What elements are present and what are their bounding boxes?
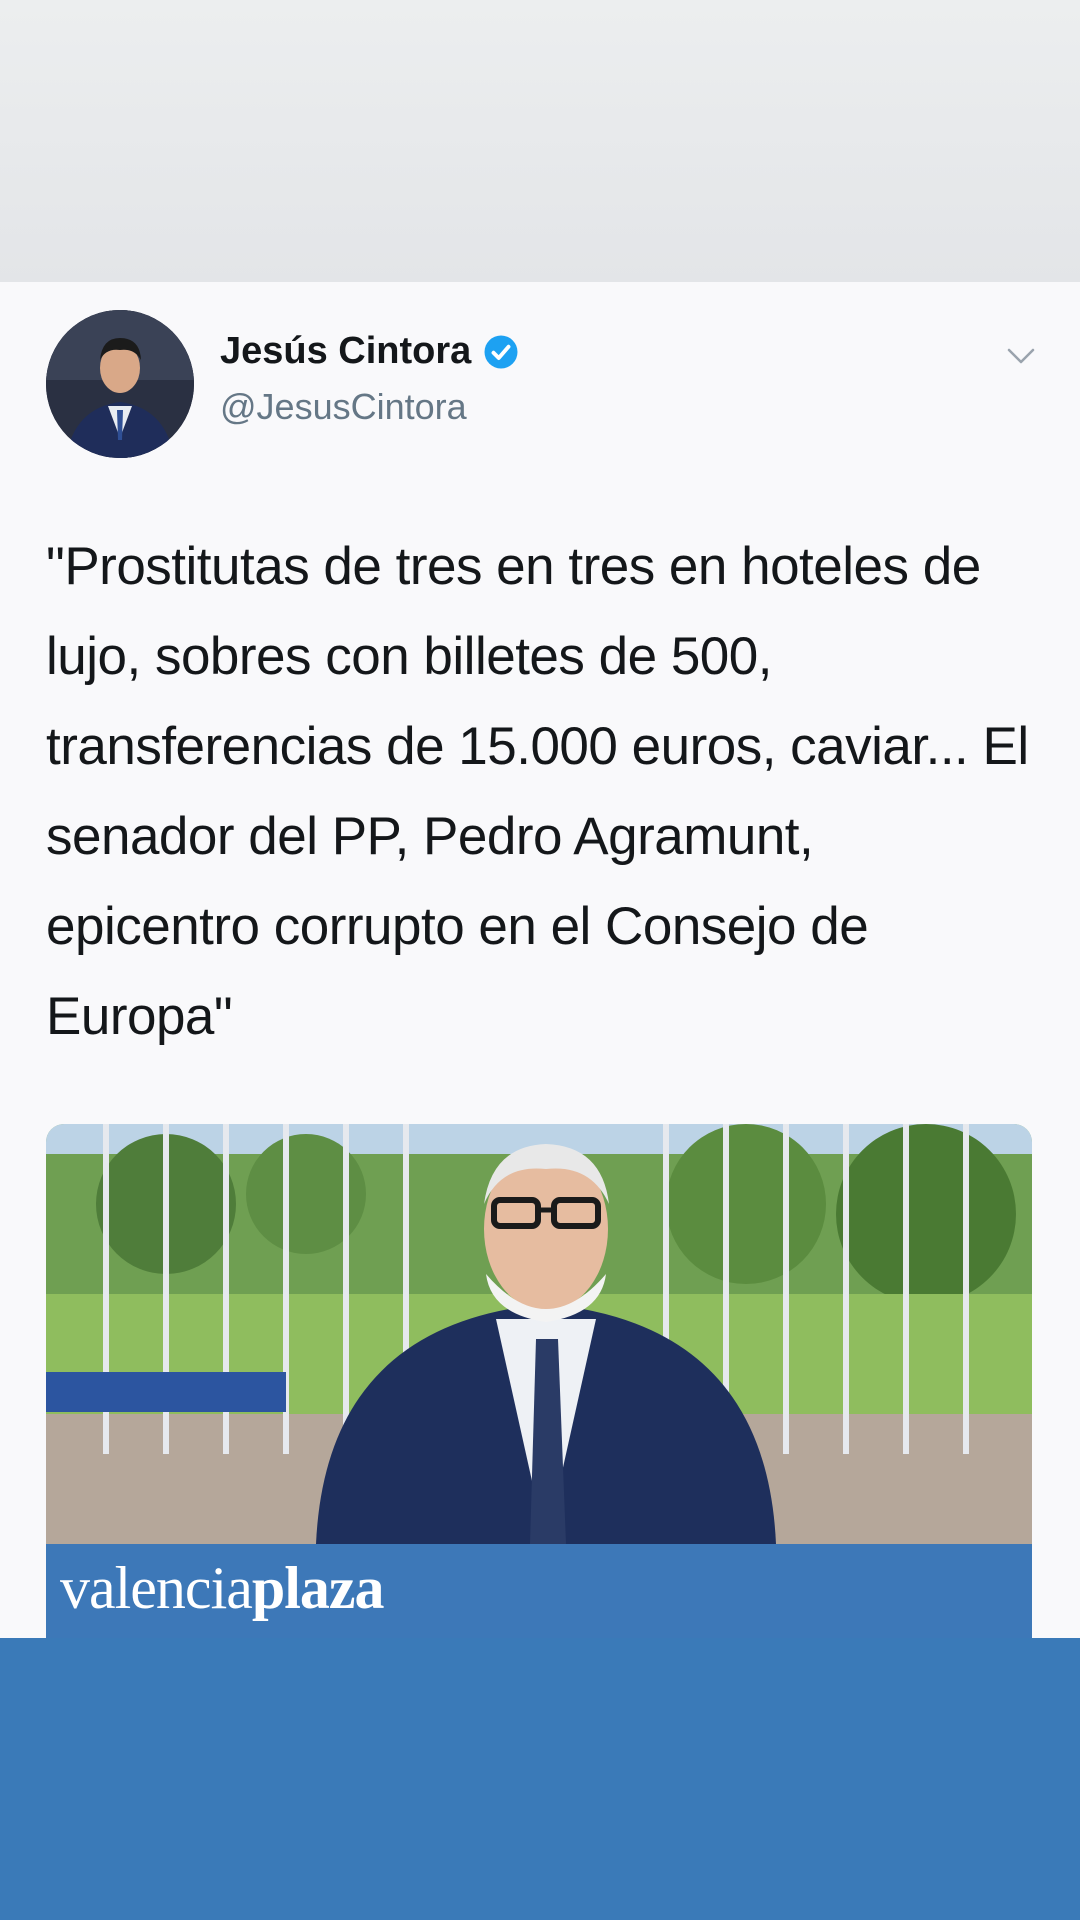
verified-badge-icon [484,335,518,368]
bottom-blue-band [0,1638,1080,1920]
article-photo [46,1124,1032,1544]
publisher-logo: valenciaplaza [60,1555,385,1621]
tweet-text: "Prostitutas de tres en tres en hoteles … [46,537,1029,1046]
author-handle[interactable]: @JesusCintora [220,386,467,428]
tweet-card[interactable]: Jesús Cintora @JesusCintora "Prostitutas… [0,282,1080,1638]
link-preview-card[interactable]: valenciaplaza [46,1124,1032,1638]
publisher-bar[interactable]: valenciaplaza [46,1544,1032,1638]
author-name[interactable]: Jesús Cintora [220,330,471,373]
avatar[interactable] [46,310,194,458]
chevron-down-icon[interactable] [1004,344,1038,368]
top-blank-band [0,0,1080,282]
